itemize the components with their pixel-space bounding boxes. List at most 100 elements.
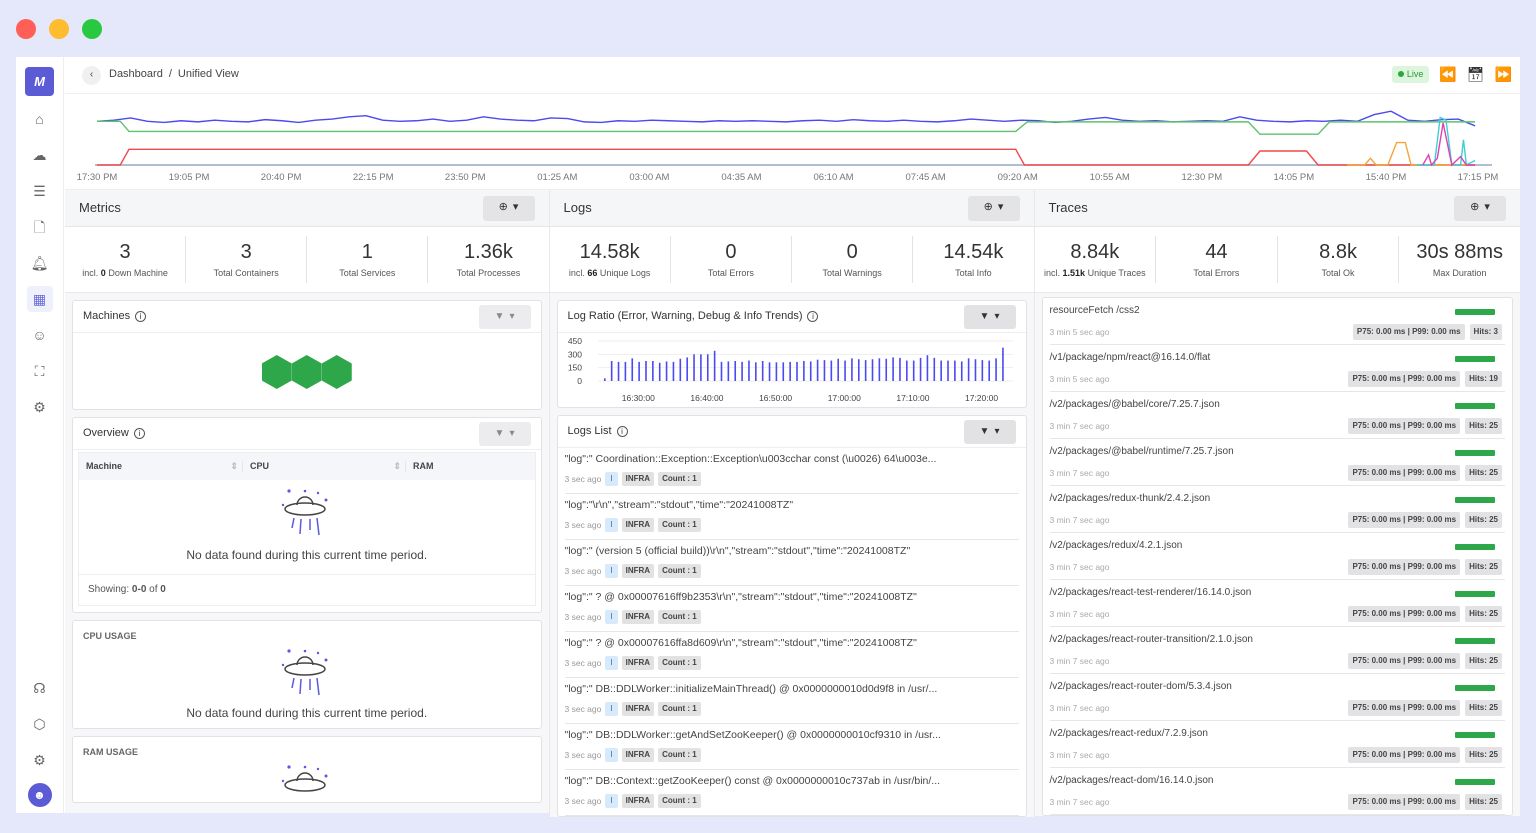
trace-time: 3 min 7 sec ago: [1050, 468, 1110, 478]
log-source-badge: INFRA: [622, 748, 654, 762]
column-header-cpu[interactable]: CPU⇕: [242, 461, 405, 472]
column-header-machine[interactable]: Machine⇕: [79, 461, 242, 472]
log-ratio-filter-button[interactable]: ▼▾: [964, 305, 1016, 329]
cpu-usage-card: CPU USAGE No data found during this curr…: [72, 620, 542, 729]
logs-list-filter-button[interactable]: ▼▾: [964, 420, 1016, 444]
info-icon[interactable]: i: [135, 311, 146, 322]
log-time: 3 sec ago: [565, 658, 602, 668]
log-list-item[interactable]: "log":" DB::DDLWorker::getAndSetZooKeepe…: [565, 724, 1019, 770]
minimize-window-button[interactable]: [49, 19, 69, 39]
trace-list-item[interactable]: /v2/packages/redux-thunk/2.4.2.json 3 mi…: [1050, 486, 1506, 533]
fast-forward-icon[interactable]: ⏩: [1495, 66, 1512, 83]
log-ratio-bar: [967, 358, 969, 381]
log-count-badge: Count : 1: [658, 748, 701, 762]
trace-list-item[interactable]: /v2/packages/react-redux/7.2.9.json 3 mi…: [1050, 721, 1506, 768]
trace-list-item[interactable]: /v2/packages/@babel/core/7.25.7.json 3 m…: [1050, 392, 1506, 439]
machines-title: Machinesi: [83, 310, 146, 323]
trace-time: 3 min 7 sec ago: [1050, 609, 1110, 619]
gear-icon[interactable]: ⚙: [27, 747, 53, 773]
breadcrumb-unified-view: Unified View: [178, 68, 239, 81]
log-ratio-bar: [604, 378, 606, 381]
log-list-item[interactable]: "log":" DB::DDLWorker::initializeMainThr…: [565, 678, 1019, 724]
cube-icon[interactable]: ⬡: [27, 711, 53, 737]
log-ratio-bar: [755, 362, 757, 381]
maximize-window-button[interactable]: [82, 19, 102, 39]
machine-hexagon[interactable]: [292, 355, 322, 389]
stat-label: Total Services: [307, 268, 427, 279]
trace-list-item[interactable]: /v2/packages/react-router-dom/5.3.4.json…: [1050, 674, 1506, 721]
overview-table: Machine⇕ CPU⇕ RAM No data found during t…: [78, 452, 536, 606]
log-list-item[interactable]: "log":" Coordination::Exception::Excepti…: [565, 448, 1019, 494]
machine-hexagon[interactable]: [262, 355, 292, 389]
trace-list-item[interactable]: /v2/packages/redux/4.2.1.json 3 min 7 se…: [1050, 533, 1506, 580]
timeline-chart[interactable]: 17:30 PM19:05 PM20:40 PM22:15 PM23:50 PM…: [65, 94, 1520, 190]
log-text: "log":" Coordination::Exception::Excepti…: [565, 453, 1019, 466]
log-list-item[interactable]: "log":" ? @ 0x00007616ffa8d609\r\n","str…: [565, 632, 1019, 678]
column-header-ram[interactable]: RAM: [405, 461, 434, 472]
log-list-item[interactable]: "log":" ? @ 0x00007616ff9b2353\r\n","str…: [565, 586, 1019, 632]
log-list-item[interactable]: "log":"\r\n","stream":"stdout","time":"2…: [565, 494, 1019, 540]
trace-hits: Hits: 3: [1470, 324, 1502, 340]
unified-view-icon[interactable]: ▦: [27, 286, 53, 312]
machines-filter-button[interactable]: ▼▾: [479, 305, 531, 329]
info-icon[interactable]: i: [617, 426, 628, 437]
settings-chip-icon[interactable]: ⚙: [27, 394, 53, 420]
info-icon[interactable]: i: [134, 428, 145, 439]
timeline-xtick: 17:30 PM: [77, 172, 118, 183]
logs-list-title: Logs Listi: [568, 425, 628, 438]
cloud-database-icon[interactable]: ☁: [27, 142, 53, 168]
live-badge[interactable]: Live: [1392, 66, 1430, 83]
trace-list-item[interactable]: /v2/packages/react-dom/16.14.0.json 3 mi…: [1050, 768, 1506, 815]
stat-errors: 0Total Errors: [671, 236, 792, 283]
timeline-svg: 17:30 PM19:05 PM20:40 PM22:15 PM23:50 PM…: [65, 94, 1520, 189]
log-ratio-bar: [892, 357, 894, 381]
trace-list-item[interactable]: /v2/packages/react-router-transition/2.1…: [1050, 627, 1506, 674]
rewind-icon[interactable]: ⏪: [1439, 66, 1456, 83]
metrics-add-button[interactable]: ⊕▾: [483, 196, 535, 221]
log-list-item[interactable]: "log":" (version 5 (official build))\r\n…: [565, 540, 1019, 586]
x-tick-label: 17:20:00: [964, 393, 997, 403]
robot-icon[interactable]: ☺: [27, 322, 53, 348]
logs-icon[interactable]: ☰: [27, 178, 53, 204]
trace-list-item[interactable]: resourceFetch /css2 3 min 5 sec ago P75:…: [1050, 298, 1506, 345]
log-list-item[interactable]: "log":" DB::Context::getZooKeeper() cons…: [565, 770, 1019, 816]
log-ratio-bar: [816, 360, 818, 381]
sort-icon[interactable]: ⇕: [230, 461, 238, 472]
trace-hits: Hits: 25: [1465, 700, 1502, 716]
app-logo[interactable]: M: [25, 67, 54, 96]
machines-card: Machinesi ▼▾: [72, 300, 542, 410]
traces-add-button[interactable]: ⊕▾: [1454, 196, 1506, 221]
stat-machines: 3incl. 0 Down Machine: [65, 236, 186, 283]
avatar[interactable]: ☻: [28, 783, 52, 807]
headset-icon[interactable]: ☊: [27, 675, 53, 701]
log-ratio-bar: [912, 361, 914, 381]
trace-status-bar: [1455, 591, 1495, 597]
log-text: "log":" DB::DDLWorker::getAndSetZooKeepe…: [565, 729, 1019, 742]
trace-list-item[interactable]: /v2/packages/react-test-renderer/16.14.0…: [1050, 580, 1506, 627]
logs-add-button[interactable]: ⊕▾: [968, 196, 1020, 221]
timeline-xtick: 14:05 PM: [1274, 172, 1315, 183]
document-icon[interactable]: 🗋: [27, 214, 53, 240]
log-ratio-bar: [857, 359, 859, 381]
trace-list-item[interactable]: /v2/packages/@babel/runtime/7.25.7.json …: [1050, 439, 1506, 486]
trace-list-item[interactable]: /v1/package/npm/react@16.14.0/flat 3 min…: [1050, 345, 1506, 392]
caret-down-icon: ▾: [1484, 201, 1490, 214]
overview-filter-button[interactable]: ▼▾: [479, 422, 531, 446]
home-icon[interactable]: ⌂: [27, 106, 53, 132]
breadcrumb-dashboard[interactable]: Dashboard: [109, 68, 163, 81]
stat-value: 1: [307, 240, 427, 264]
log-ratio-bar: [631, 358, 633, 381]
ram-usage-card: RAM USAGE: [72, 736, 542, 803]
log-ratio-bar: [617, 362, 619, 381]
machine-hexagon[interactable]: [322, 355, 352, 389]
trace-percentiles: P75: 0.00 ms | P99: 0.00 ms: [1353, 324, 1465, 340]
alert-bell-icon[interactable]: 🔔︎: [27, 250, 53, 276]
back-button[interactable]: ‹: [82, 66, 101, 85]
trace-hits: Hits: 25: [1465, 653, 1502, 669]
log-level-badge: I: [605, 656, 617, 670]
sort-icon[interactable]: ⇕: [393, 461, 401, 472]
info-icon[interactable]: i: [807, 311, 818, 322]
calendar-icon[interactable]: 📅︎: [1467, 66, 1485, 83]
close-window-button[interactable]: [16, 19, 36, 39]
user-scan-icon[interactable]: ⛶: [27, 358, 53, 384]
